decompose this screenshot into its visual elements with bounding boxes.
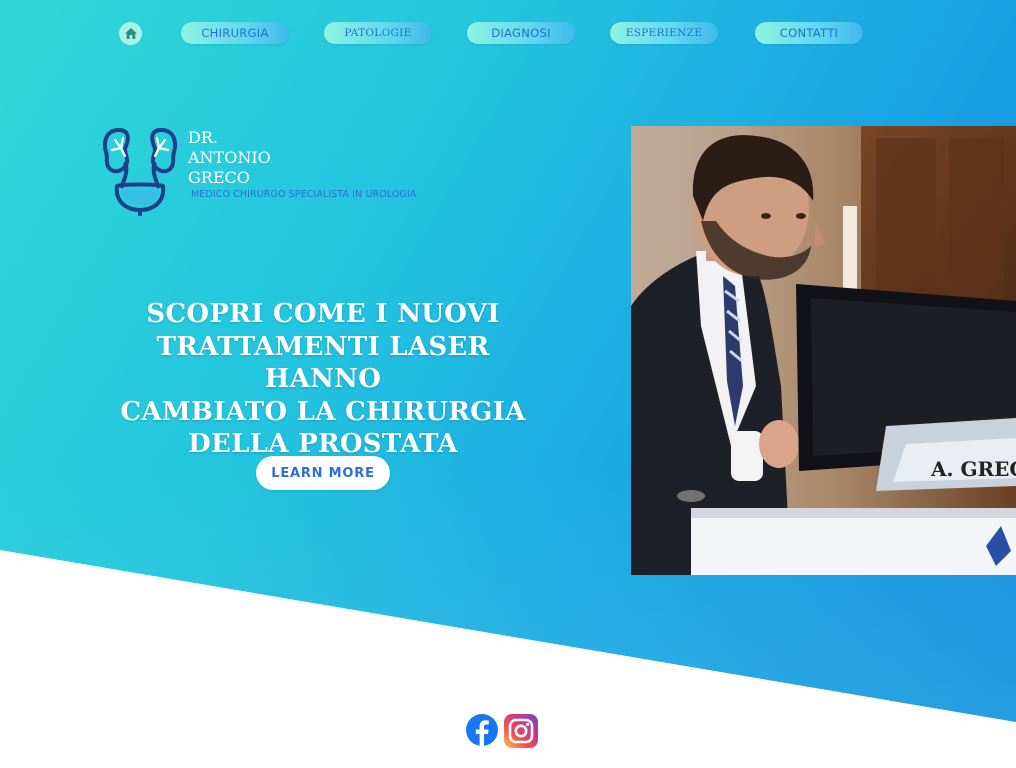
- home-button[interactable]: [119, 22, 142, 45]
- doctor-photo: A. GRECO: [631, 126, 1016, 575]
- doctor-name: DR. ANTONIO GRECO: [188, 128, 271, 188]
- instagram-icon[interactable]: [504, 714, 538, 748]
- nav-diagnosi[interactable]: DIAGNOSI: [467, 22, 575, 44]
- nav-contatti[interactable]: CONTATTI: [755, 22, 863, 44]
- learn-more-button[interactable]: LEARN MORE: [256, 456, 390, 490]
- doctor-name-line3: GRECO: [188, 168, 250, 187]
- doctor-name-line2: ANTONIO: [188, 148, 271, 167]
- doctor-name-line1: DR.: [188, 128, 218, 147]
- doctor-specialty: MEDICO CHIRURGO SPECIALISTA IN UROLOGIA: [191, 189, 417, 200]
- kidney-bladder-icon: [102, 128, 178, 216]
- nav-chirurgia[interactable]: CHIRURGIA: [181, 22, 289, 44]
- facebook-icon[interactable]: [466, 714, 498, 746]
- doctor-photo-illustration: A. GRECO: [631, 126, 1016, 575]
- nameplate-text: A. GRECO: [930, 457, 1016, 481]
- hero-headline: SCOPRI COME I NUOVI TRATTAMENTI LASER HA…: [100, 298, 546, 461]
- nav-patologie[interactable]: PATOLOGIE: [324, 22, 432, 44]
- headline-line1: SCOPRI COME I NUOVI: [146, 299, 500, 329]
- headline-line3: CAMBIATO LA CHIRURGIA: [120, 396, 526, 427]
- nav-esperienze[interactable]: ESPERIENZE: [610, 22, 718, 44]
- headline-line2: TRATTAMENTI LASER HANNO: [156, 331, 490, 395]
- home-icon: [124, 28, 137, 39]
